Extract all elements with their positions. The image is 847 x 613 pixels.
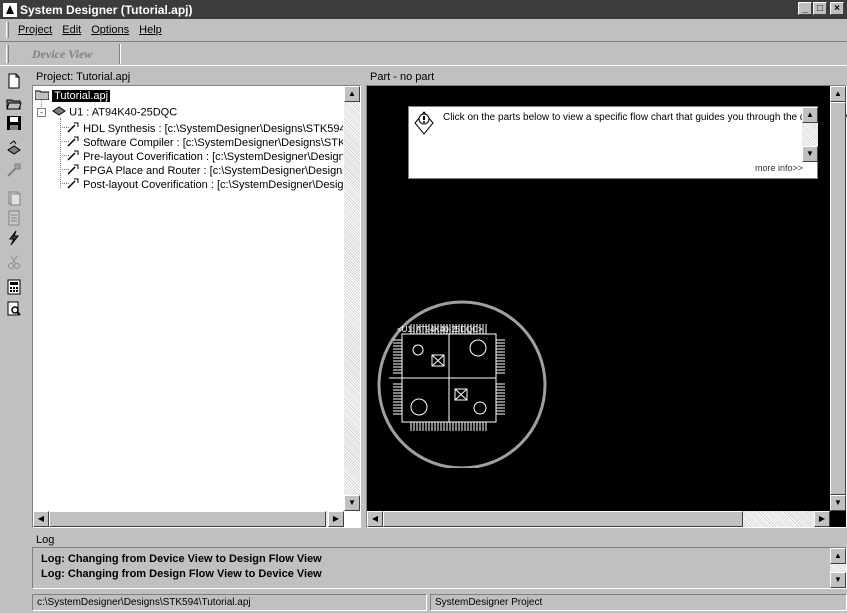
log-title: Log (36, 534, 55, 546)
title-bar: System Designer (Tutorial.apj) _ □ × (0, 0, 847, 19)
project-tree: Tutorial.apj - U1 : AT94K40-25DQC HDL Sy… (33, 86, 343, 510)
log-vertical-scrollbar[interactable]: ▲ ▼ (830, 548, 846, 588)
log-pane: Log: Changing from Device View to Design… (32, 547, 847, 589)
menu-bar: Project Edit Options Help (0, 20, 847, 40)
menu-help-label: Help (139, 24, 162, 36)
scroll-left-arrow-icon[interactable]: ◀ (33, 511, 49, 527)
calculator-icon[interactable] (6, 279, 22, 295)
menu-edit[interactable]: Edit (57, 21, 86, 39)
view-grip (6, 45, 9, 63)
log-line: Log: Changing from Device View to Design… (41, 553, 322, 565)
info-bulb-icon (413, 110, 435, 139)
project-hscroll-thumb[interactable] (49, 511, 326, 527)
scroll-up-arrow-icon[interactable]: ▲ (802, 107, 818, 123)
project-folder-icon (34, 89, 50, 104)
part-vscroll-thumb[interactable] (830, 102, 846, 495)
view-bar: Device View (0, 41, 847, 66)
project-tree-pane: Tutorial.apj - U1 : AT94K40-25DQC HDL Sy… (32, 85, 361, 528)
status-bar: c:\SystemDesigner\Designs\STK594\Tutoria… (32, 593, 847, 613)
wrench-icon (66, 177, 80, 193)
part-pane-title: Part - no part (370, 71, 435, 83)
tree-tool-node[interactable]: Post-layout Coverification : [c:\SystemD… (66, 177, 343, 193)
tab-device-view[interactable]: Device View (16, 44, 120, 64)
page-icon[interactable] (6, 210, 22, 226)
open-folder-icon[interactable] (6, 95, 22, 111)
tree-tool-name: Pre-layout Coverification : (83, 150, 210, 163)
tree-tool-path: [c:\SystemDesigner\Designs\STK594] (164, 122, 343, 135)
document-icon[interactable] (6, 190, 22, 206)
log-line: Log: Changing from Design Flow View to D… (41, 568, 322, 580)
tree-tool-path: [c:\SystemDesigner\Designs\STK594] (212, 150, 343, 163)
scroll-left-arrow-icon[interactable]: ◀ (367, 511, 383, 527)
part-hscroll-thumb[interactable] (383, 511, 743, 527)
scroll-up-arrow-icon[interactable]: ▲ (830, 86, 846, 102)
chip-body[interactable] (389, 324, 505, 431)
status-path: c:\SystemDesigner\Designs\STK594\Tutoria… (32, 594, 427, 611)
tree-tool-path: [c:\SystemDesigner\Designs\STK594] (216, 178, 343, 191)
left-toolbar (0, 68, 28, 613)
tree-tool-name: Software Compiler : (83, 136, 180, 149)
menu-edit-label: Edit (62, 24, 82, 36)
close-button[interactable]: × (830, 2, 844, 15)
menu-grip (6, 22, 9, 38)
menu-options-label: Options (91, 24, 130, 36)
scroll-right-arrow-icon[interactable]: ▶ (814, 511, 830, 527)
collapse-toggle-icon[interactable]: - (37, 108, 46, 117)
part-canvas[interactable]: Click on the parts below to view a speci… (366, 85, 847, 528)
chip-label: <U1: AT94K40-25DQC> (397, 325, 483, 334)
tree-tool-path: [c:\SystemDesigner\Designs\STK594] (182, 136, 343, 149)
save-disk-icon[interactable] (6, 115, 22, 131)
menu-help[interactable]: Help (134, 21, 167, 39)
scroll-down-arrow-icon[interactable]: ▼ (344, 495, 360, 511)
project-horizontal-scrollbar[interactable]: ◀ ▶ (33, 511, 344, 527)
more-info-link[interactable]: more info>> (755, 163, 803, 173)
scroll-up-arrow-icon[interactable]: ▲ (344, 86, 360, 102)
tree-device-node[interactable]: - U1 : AT94K40-25DQC (37, 105, 177, 120)
minimize-button[interactable]: _ (798, 2, 812, 15)
part-vertical-scrollbar[interactable]: ▲ ▼ (830, 86, 846, 511)
info-message: Click on the parts below to view a speci… (443, 112, 847, 123)
tree-tool-name: Post-layout Coverification : (83, 178, 214, 191)
part-horizontal-scrollbar[interactable]: ◀ ▶ (367, 511, 830, 527)
info-box: Click on the parts below to view a speci… (408, 106, 847, 179)
new-document-icon[interactable] (6, 73, 22, 89)
chip-drawing[interactable]: <U1: AT94K40-25DQC> (377, 298, 559, 468)
tree-root-node[interactable]: Tutorial.apj (34, 89, 111, 104)
scissors-icon[interactable] (6, 254, 22, 270)
status-project-type: SystemDesigner Project (430, 594, 847, 611)
app-icon[interactable] (3, 2, 17, 17)
maximize-button[interactable]: □ (813, 2, 827, 15)
project-vertical-scrollbar[interactable]: ▲ ▼ (344, 86, 360, 511)
scroll-down-arrow-icon[interactable]: ▼ (830, 572, 846, 588)
scroll-down-arrow-icon[interactable]: ▼ (830, 495, 846, 511)
scroll-right-arrow-icon[interactable]: ▶ (328, 511, 344, 527)
chip-icon (52, 105, 66, 120)
tool-icon[interactable] (6, 162, 22, 178)
info-vertical-scrollbar[interactable]: ▲ ▼ (802, 107, 818, 162)
tree-device-label: U1 : AT94K40-25DQC (69, 106, 178, 119)
print-preview-icon[interactable] (6, 301, 22, 317)
project-pane-title: Project: Tutorial.apj (36, 71, 131, 83)
menu-options[interactable]: Options (86, 21, 134, 39)
menu-project[interactable]: Project (13, 21, 57, 39)
tree-tool-name: FPGA Place and Router : (83, 164, 207, 177)
window-controls: _ □ × (798, 2, 844, 15)
window-title: System Designer (Tutorial.apj) (20, 2, 193, 17)
scroll-up-arrow-icon[interactable]: ▲ (830, 548, 846, 564)
tree-root-label: Tutorial.apj (52, 90, 111, 103)
scroll-down-arrow-icon[interactable]: ▼ (802, 146, 818, 162)
tree-tool-name: HDL Synthesis : (83, 122, 162, 135)
chip-add-icon[interactable] (6, 140, 22, 156)
tree-tool-path: [c:\SystemDesigner\Designs\STK594] (209, 164, 343, 177)
menu-project-label: Project (18, 24, 53, 36)
lightning-icon[interactable] (6, 230, 22, 246)
